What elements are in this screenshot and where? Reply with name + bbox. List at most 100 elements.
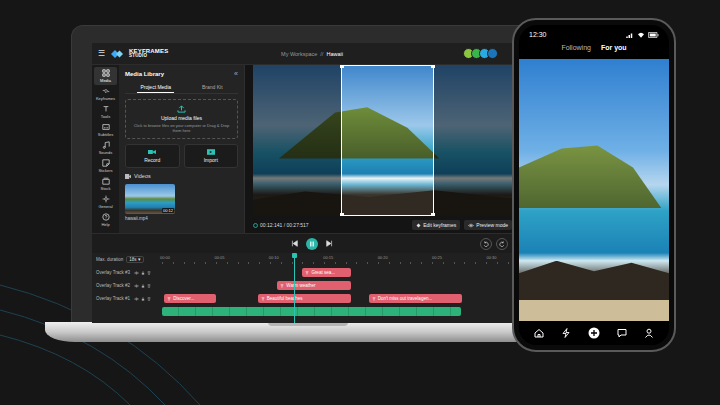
eye-icon[interactable] bbox=[134, 297, 139, 301]
eye-icon[interactable] bbox=[134, 284, 139, 288]
video-frame bbox=[519, 59, 669, 321]
sidebar-item[interactable]: Tools bbox=[92, 103, 119, 121]
video-clip[interactable] bbox=[162, 307, 461, 316]
undo-icon bbox=[483, 241, 489, 247]
text-clip[interactable]: Don't miss out travelagen... bbox=[369, 294, 463, 303]
sidebar-item[interactable]: Help bbox=[92, 211, 119, 229]
track-header: Overlay Track #1 bbox=[92, 296, 162, 301]
avatar[interactable] bbox=[487, 48, 498, 59]
section-header: Videos bbox=[125, 173, 238, 179]
home-icon[interactable] bbox=[534, 328, 544, 338]
laptop-screen: ☰KEYFRAMESSTUDIOMy Workspace//HawaiiMedi… bbox=[71, 25, 544, 322]
previous-icon[interactable] bbox=[291, 240, 298, 247]
clock-icon bbox=[253, 223, 258, 228]
tab[interactable]: Brand Kit bbox=[199, 82, 226, 93]
sidebar-item[interactable]: Keyframes bbox=[92, 85, 119, 103]
preview-toolbar: 00:12:141 / 00:27:517 Edit keyframes Pre… bbox=[245, 218, 532, 233]
text-type-icon bbox=[372, 297, 376, 301]
play-pause-button[interactable] bbox=[306, 238, 318, 250]
sidebar-item[interactable]: Sounds bbox=[92, 139, 119, 157]
bottom-nav bbox=[519, 321, 669, 345]
lock-icon[interactable] bbox=[141, 284, 145, 288]
media-file[interactable]: 00:12hawaii.mp4 bbox=[125, 184, 175, 221]
text-type-icon bbox=[167, 297, 171, 301]
ruler-tick: 00:25 bbox=[432, 255, 442, 260]
stock-icon bbox=[102, 177, 110, 185]
text-type-icon bbox=[305, 271, 309, 275]
undo-button[interactable] bbox=[480, 238, 492, 250]
profile-icon[interactable] bbox=[644, 328, 654, 338]
collaborators bbox=[343, 48, 526, 59]
breadcrumb-item[interactable]: My Workspace bbox=[281, 51, 317, 57]
logo-icon bbox=[111, 49, 123, 59]
breadcrumb: My Workspace//Hawaii bbox=[281, 51, 343, 57]
trash-icon[interactable] bbox=[147, 284, 151, 288]
text-type-icon bbox=[261, 297, 265, 301]
collapse-button[interactable]: « bbox=[234, 70, 238, 77]
redo-icon bbox=[499, 241, 505, 247]
editor-app: ☰KEYFRAMESSTUDIOMy Workspace//HawaiiMedi… bbox=[92, 43, 532, 323]
trash-icon[interactable] bbox=[147, 271, 151, 275]
wifi-icon bbox=[637, 32, 645, 38]
keyframe-icon bbox=[102, 87, 110, 95]
text-clip[interactable]: Warm weather bbox=[277, 281, 351, 290]
video-icon bbox=[125, 174, 131, 179]
preview-button[interactable]: Edit keyframes bbox=[412, 220, 460, 230]
next-icon[interactable] bbox=[326, 240, 333, 247]
gear-icon bbox=[102, 195, 110, 203]
media-library: Media Library«Project MediaBrand KitUplo… bbox=[119, 65, 245, 233]
chat-icon[interactable] bbox=[617, 328, 627, 338]
text-clip[interactable]: Great sea... bbox=[302, 268, 351, 277]
lightning-icon[interactable] bbox=[561, 328, 571, 338]
status-bar: 12:30 bbox=[529, 31, 659, 38]
max-duration: Max. duration18s ▾ bbox=[92, 256, 162, 263]
redo-button[interactable] bbox=[496, 238, 508, 250]
sticker-icon bbox=[102, 159, 110, 167]
music-icon bbox=[102, 141, 110, 149]
lock-icon[interactable] bbox=[141, 271, 145, 275]
media-actions: RecordImport bbox=[125, 144, 238, 168]
video-track bbox=[92, 306, 532, 317]
duration-select[interactable]: 18s ▾ bbox=[126, 256, 144, 263]
sidebar-item[interactable]: Stock bbox=[92, 175, 119, 193]
grid-icon bbox=[102, 69, 110, 77]
battery-icon bbox=[648, 32, 659, 38]
sidebar-item[interactable]: Media bbox=[94, 67, 117, 85]
feed-tab[interactable]: Following bbox=[561, 44, 591, 51]
ruler-tick: 00:15 bbox=[323, 255, 333, 260]
workspace: MediaKeyframesToolsSubtitlesSoundsSticke… bbox=[92, 65, 532, 233]
sidebar: MediaKeyframesToolsSubtitlesSoundsSticke… bbox=[92, 65, 119, 233]
upload-dropzone[interactable]: Upload media filesClick to browse files … bbox=[125, 99, 238, 139]
time-ruler[interactable]: 00:0000:0500:1000:1500:2000:2500:30 bbox=[162, 255, 532, 264]
upload-icon bbox=[177, 105, 186, 113]
breadcrumb-item[interactable]: Hawaii bbox=[326, 51, 343, 57]
sidebar-item[interactable]: General bbox=[92, 193, 119, 211]
sidebar-item[interactable]: Subtitles bbox=[92, 121, 119, 139]
lock-icon[interactable] bbox=[141, 297, 145, 301]
stage: ☰KEYFRAMESSTUDIOMy Workspace//HawaiiMedi… bbox=[0, 0, 720, 405]
eye-icon[interactable] bbox=[134, 271, 139, 275]
video-thumbnail: 00:12 bbox=[125, 184, 175, 214]
import-icon bbox=[207, 149, 215, 155]
phone: 12:30 Following For you bbox=[512, 18, 676, 352]
action-button[interactable]: Record bbox=[125, 144, 180, 168]
feed-tabs: Following For you bbox=[529, 44, 659, 51]
eye-icon bbox=[468, 223, 474, 228]
text-clip[interactable]: Beautiful beaches bbox=[258, 294, 352, 303]
feed-tab[interactable]: For you bbox=[601, 44, 627, 51]
playhead[interactable] bbox=[294, 253, 295, 323]
trash-icon[interactable] bbox=[147, 297, 151, 301]
preview-button[interactable]: Preview mode bbox=[464, 220, 512, 230]
crop-frame[interactable] bbox=[341, 65, 434, 216]
ruler-tick: 00:30 bbox=[486, 255, 496, 260]
menu-button[interactable]: ☰ bbox=[98, 50, 105, 58]
laptop-base bbox=[45, 322, 570, 342]
sidebar-item[interactable]: Stickers bbox=[92, 157, 119, 175]
track: Overlay Track #2Warm weather bbox=[92, 280, 532, 291]
ruler-tick: 00:00 bbox=[160, 255, 170, 260]
tab[interactable]: Project Media bbox=[137, 82, 174, 93]
ruler-tick: 00:10 bbox=[269, 255, 279, 260]
action-button[interactable]: Import bbox=[184, 144, 239, 168]
text-clip[interactable]: Discover... bbox=[164, 294, 216, 303]
plus-icon[interactable] bbox=[588, 327, 600, 339]
